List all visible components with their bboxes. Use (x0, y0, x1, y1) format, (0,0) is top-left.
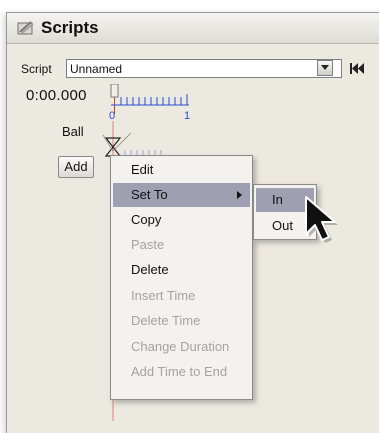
menu-item-delete[interactable]: Delete (113, 258, 250, 282)
menu-item-change-duration: Change Duration (131, 339, 230, 354)
chevron-down-icon (321, 65, 329, 70)
scripts-icon (17, 21, 34, 35)
timecode-readout: 0:00.000 (26, 87, 87, 104)
menu-item-paste: Paste (131, 237, 165, 252)
title-bar[interactable]: Scripts (7, 13, 379, 44)
menu-item-copy[interactable]: Copy (113, 208, 250, 232)
timeline-ruler[interactable]: 0 1 (101, 84, 191, 124)
context-menu: Edit Set To Copy Paste Delete Insert Tim… (110, 155, 253, 400)
menu-item-delete-time: Delete Time (131, 313, 201, 328)
rewind-to-start-icon (350, 63, 364, 74)
script-select-dropdown-button[interactable] (317, 60, 333, 76)
chevron-right-icon (237, 191, 242, 199)
rewind-button[interactable] (346, 59, 370, 78)
window-title: Scripts (41, 18, 99, 37)
script-select[interactable]: Unnamed (66, 59, 342, 78)
menu-item-set-to[interactable]: Set To (113, 183, 250, 207)
menu-item-label: Set To (131, 187, 168, 202)
add-button[interactable]: Add (58, 156, 94, 178)
script-label: Script (21, 62, 52, 76)
track-label: Ball (62, 124, 84, 139)
menu-item-add-time-to-end: Add Time to End (131, 364, 228, 379)
script-selector-row: Script Unnamed (7, 57, 379, 81)
mouse-pointer-icon (305, 196, 338, 243)
menu-item-insert-time: Insert Time (131, 288, 196, 303)
script-select-value: Unnamed (70, 62, 123, 76)
menu-item-edit[interactable]: Edit (113, 158, 250, 182)
